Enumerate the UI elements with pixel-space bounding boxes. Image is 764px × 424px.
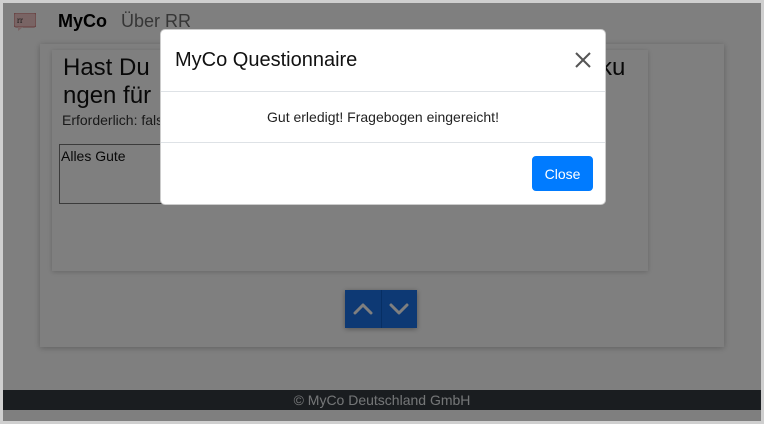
close-button[interactable]: Close: [532, 156, 593, 191]
modal-header-divider: [161, 91, 605, 92]
modal-footer-divider: [161, 142, 605, 143]
modal-title: MyCo Questionnaire: [175, 49, 358, 71]
close-icon[interactable]: [573, 50, 593, 70]
modal-message: Gut erledigt! Fragebogen eingereicht!: [267, 109, 499, 125]
confirmation-modal: MyCo Questionnaire Gut erledigt! Fragebo…: [160, 29, 606, 205]
